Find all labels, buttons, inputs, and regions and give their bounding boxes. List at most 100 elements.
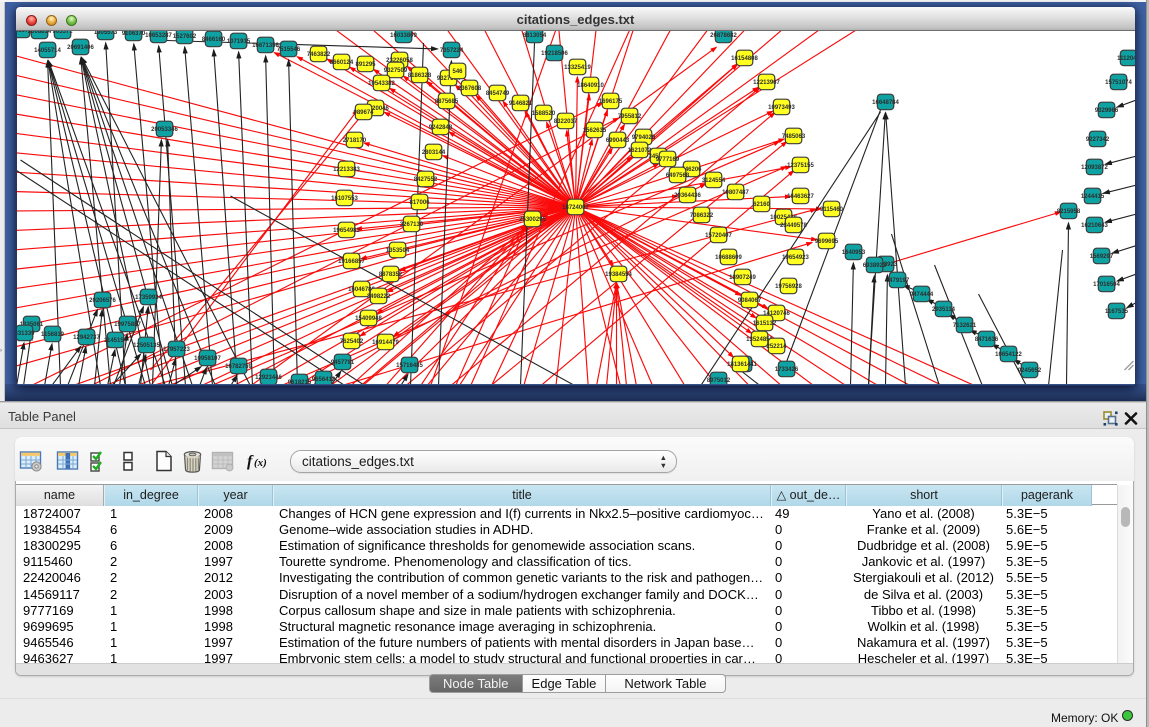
svg-text:25300295: 25300295 bbox=[519, 217, 546, 223]
svg-text:9794028: 9794028 bbox=[632, 135, 656, 141]
svg-text:891295: 891295 bbox=[355, 62, 376, 68]
svg-text:19166857: 19166857 bbox=[338, 259, 365, 265]
svg-text:331339: 331339 bbox=[17, 331, 35, 337]
svg-text:7463822: 7463822 bbox=[307, 52, 331, 58]
svg-text:8322037: 8322037 bbox=[554, 119, 578, 125]
svg-text:18640910: 18640910 bbox=[577, 83, 604, 89]
svg-text:12093872: 12093872 bbox=[1081, 165, 1108, 171]
svg-text:7132621: 7132621 bbox=[953, 323, 977, 329]
svg-text:6990443: 6990443 bbox=[606, 138, 630, 144]
svg-text:7086322: 7086322 bbox=[690, 213, 714, 219]
svg-text:8471636: 8471636 bbox=[975, 337, 999, 343]
svg-text:26878682: 26878682 bbox=[710, 33, 737, 39]
svg-text:1167535: 1167535 bbox=[1105, 309, 1129, 315]
svg-text:1156819: 1156819 bbox=[41, 332, 65, 338]
svg-text:1696175: 1696175 bbox=[599, 99, 623, 105]
svg-text:8875685: 8875685 bbox=[435, 99, 459, 105]
svg-text:9084067: 9084067 bbox=[738, 298, 762, 304]
svg-text:7955812: 7955812 bbox=[618, 114, 642, 120]
svg-text:1569297: 1569297 bbox=[1090, 254, 1114, 260]
svg-text:15720407: 15720407 bbox=[705, 233, 732, 239]
svg-text:7515546: 7515546 bbox=[277, 47, 301, 53]
svg-text:9242848: 9242848 bbox=[429, 125, 453, 131]
svg-text:19218506: 19218506 bbox=[541, 51, 568, 57]
svg-text:10958107: 10958107 bbox=[194, 356, 221, 362]
svg-text:9146821: 9146821 bbox=[509, 101, 533, 107]
svg-text:7357224: 7357224 bbox=[440, 48, 464, 54]
svg-text:2803144: 2803144 bbox=[422, 150, 446, 156]
svg-text:10653287: 10653287 bbox=[145, 33, 172, 39]
svg-text:16914479: 16914479 bbox=[372, 340, 399, 346]
svg-text:16210643: 16210643 bbox=[1081, 223, 1108, 229]
svg-text:20364436: 20364436 bbox=[674, 193, 701, 199]
svg-text:1071915: 1071915 bbox=[227, 39, 251, 45]
svg-text:10807487: 10807487 bbox=[722, 190, 749, 196]
svg-text:f: f bbox=[247, 453, 254, 470]
svg-text:8454749: 8454749 bbox=[486, 91, 510, 97]
svg-text:62160: 62160 bbox=[753, 202, 770, 208]
svg-text:17359934: 17359934 bbox=[135, 295, 162, 301]
svg-text:9327509: 9327509 bbox=[384, 68, 408, 74]
svg-text:817006: 817006 bbox=[409, 200, 430, 206]
svg-text:12942737: 12942737 bbox=[73, 335, 100, 341]
svg-text:1615132: 1615132 bbox=[753, 321, 777, 327]
svg-text:14055714: 14055714 bbox=[34, 48, 61, 54]
svg-text:1588520: 1588520 bbox=[532, 111, 556, 117]
svg-text:1527602: 1527602 bbox=[173, 34, 197, 40]
svg-text:9656412: 9656412 bbox=[312, 377, 336, 383]
svg-text:1244415: 1244415 bbox=[1081, 194, 1105, 200]
svg-text:9457791: 9457791 bbox=[331, 360, 355, 366]
svg-text:9474444: 9474444 bbox=[910, 292, 934, 298]
svg-text:7625402: 7625402 bbox=[340, 339, 364, 345]
svg-text:18907249: 18907249 bbox=[729, 275, 756, 281]
svg-text:1733426: 1733426 bbox=[775, 367, 799, 373]
svg-text:1562635: 1562635 bbox=[583, 128, 607, 134]
svg-text:6497568: 6497568 bbox=[666, 173, 690, 179]
svg-text:10973493: 10973493 bbox=[768, 105, 795, 111]
svg-text:(x): (x) bbox=[254, 457, 267, 469]
svg-text:8975012: 8975012 bbox=[707, 378, 731, 384]
svg-text:17016504: 17016504 bbox=[1093, 282, 1120, 288]
svg-text:12505135: 12505135 bbox=[133, 343, 160, 349]
svg-text:9115460: 9115460 bbox=[820, 207, 844, 213]
svg-text:16648784: 16648784 bbox=[872, 100, 899, 106]
svg-text:16782759: 16782759 bbox=[225, 364, 252, 370]
svg-text:23449578: 23449578 bbox=[780, 223, 807, 229]
svg-text:9227342: 9227342 bbox=[1086, 137, 1110, 143]
svg-text:20053346: 20053346 bbox=[151, 127, 178, 133]
svg-text:1353504: 1353504 bbox=[386, 248, 410, 254]
svg-text:20691406: 20691406 bbox=[67, 45, 94, 51]
svg-text:13325419: 13325419 bbox=[564, 65, 591, 71]
svg-text:15716485: 15716485 bbox=[396, 363, 423, 369]
svg-text:6938923: 6938923 bbox=[863, 263, 887, 269]
svg-text:2718170: 2718170 bbox=[343, 138, 367, 144]
svg-text:9245652: 9245652 bbox=[1018, 368, 1042, 374]
svg-text:8813054: 8813054 bbox=[523, 33, 547, 39]
svg-text:905571: 905571 bbox=[52, 31, 73, 35]
svg-text:546: 546 bbox=[452, 69, 463, 75]
svg-text:8427552: 8427552 bbox=[414, 177, 438, 183]
svg-text:9699695: 9699695 bbox=[815, 239, 839, 245]
svg-text:18724007: 18724007 bbox=[562, 205, 589, 211]
svg-text:2367608: 2367608 bbox=[458, 86, 482, 92]
svg-text:1905573: 1905573 bbox=[94, 31, 118, 36]
svg-text:8878352: 8878352 bbox=[379, 272, 403, 278]
svg-text:10654122: 10654122 bbox=[995, 352, 1022, 358]
svg-text:12213967: 12213967 bbox=[753, 80, 780, 86]
svg-text:10688609: 10688609 bbox=[715, 255, 742, 261]
svg-text:2935114: 2935114 bbox=[932, 307, 956, 313]
svg-text:19654923: 19654923 bbox=[782, 255, 809, 261]
svg-text:2008814: 2008814 bbox=[28, 31, 52, 35]
svg-text:19975887: 19975887 bbox=[114, 322, 141, 328]
svg-text:17957223: 17957223 bbox=[163, 347, 190, 353]
svg-text:15751074: 15751074 bbox=[1105, 80, 1132, 86]
svg-text:1145154: 1145154 bbox=[104, 338, 128, 344]
svg-text:6479197: 6479197 bbox=[886, 278, 910, 284]
svg-text:20206576: 20206576 bbox=[89, 298, 116, 304]
svg-text:16033809: 16033809 bbox=[390, 33, 417, 39]
svg-text:7485063: 7485063 bbox=[782, 134, 806, 140]
svg-text:16671358: 16671358 bbox=[252, 43, 279, 49]
svg-text:9777169: 9777169 bbox=[656, 157, 680, 163]
svg-text:16463627: 16463627 bbox=[787, 194, 814, 200]
svg-text:9329966: 9329966 bbox=[1095, 108, 1119, 114]
